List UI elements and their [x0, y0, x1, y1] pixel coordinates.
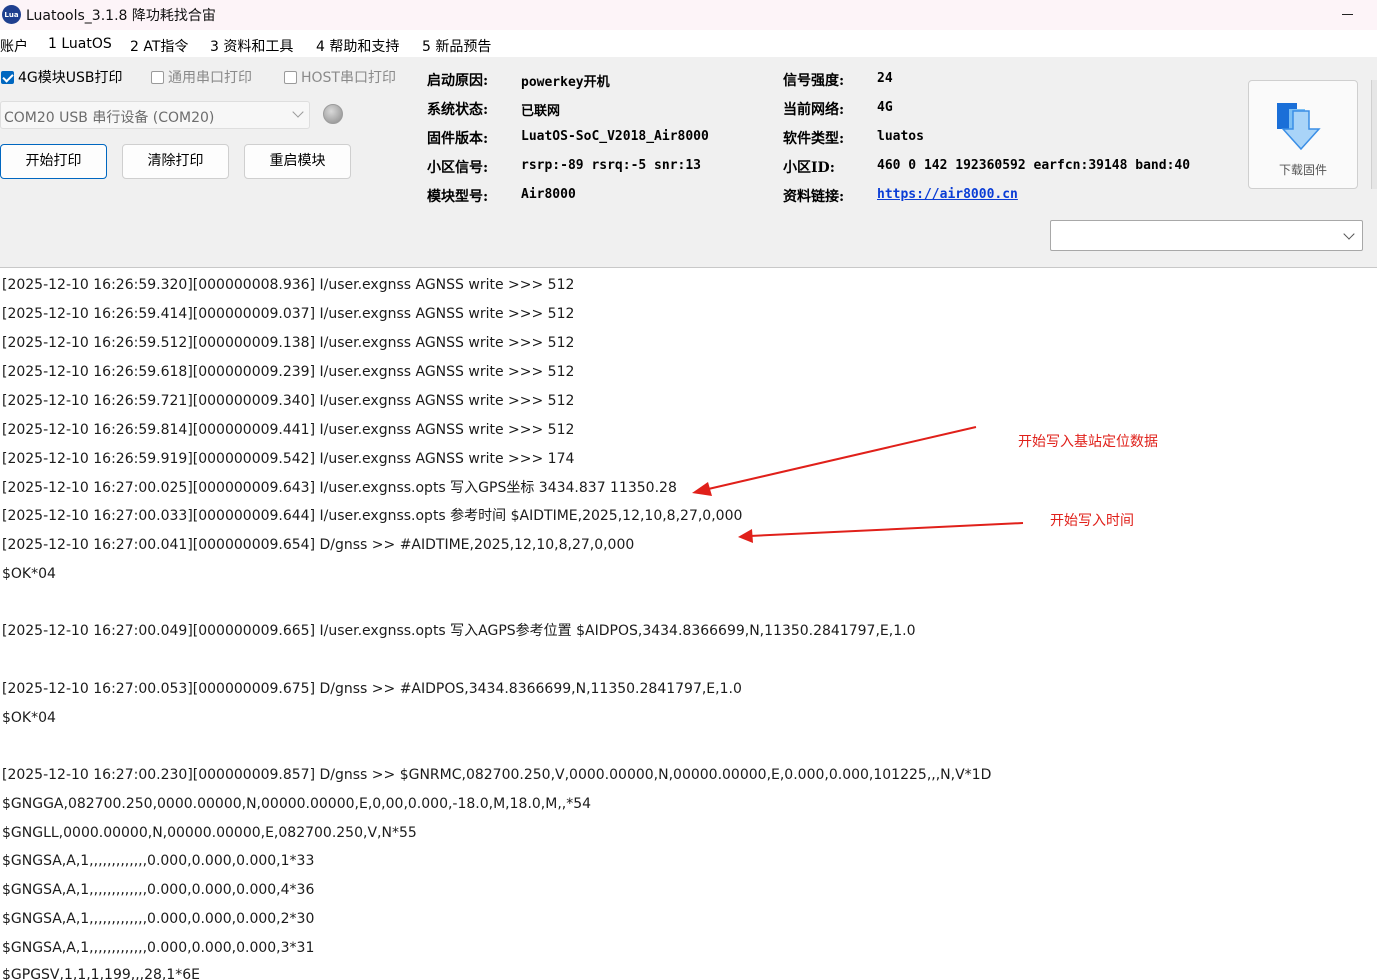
arrow-head-icon: [738, 529, 753, 543]
annotation-base-station: 开始写入基站定位数据: [1018, 434, 1158, 450]
arrow-line-time: [749, 522, 1024, 537]
arrow-line-base-station: [703, 426, 977, 491]
arrow-head-icon: [692, 482, 712, 496]
annotation-time: 开始写入时间: [1050, 513, 1134, 529]
annotation-arrows: [692, 426, 1024, 543]
